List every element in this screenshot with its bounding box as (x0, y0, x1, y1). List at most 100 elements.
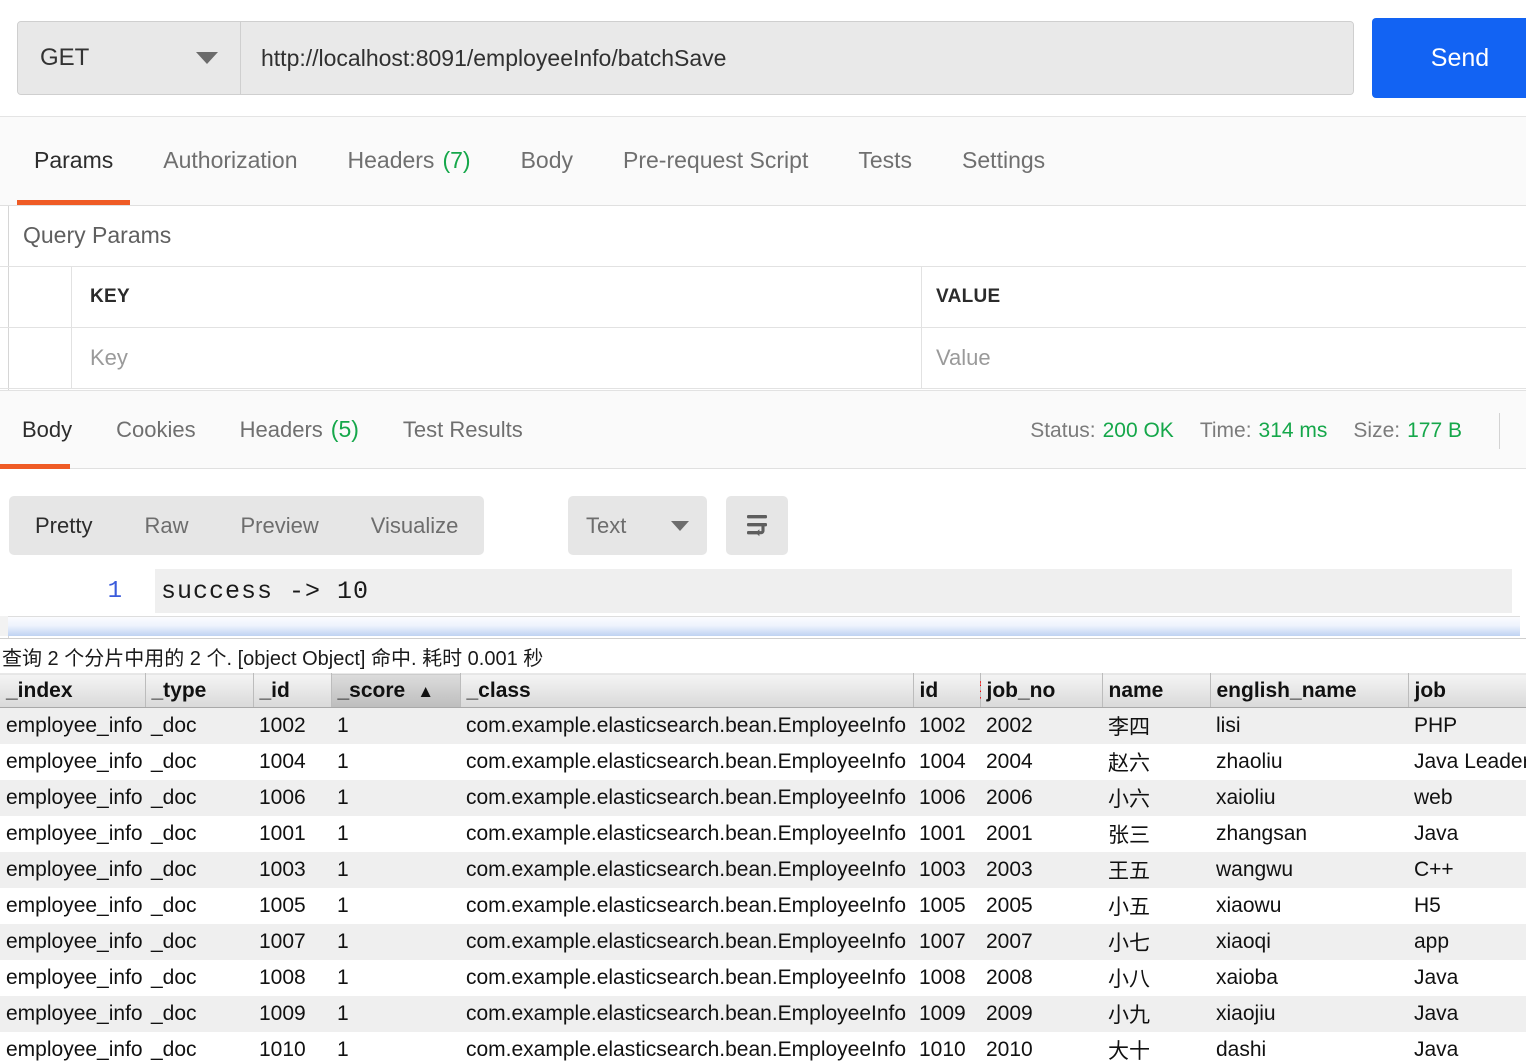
table-cell: 1003 (913, 851, 980, 888)
col-header-name[interactable]: name (1102, 673, 1211, 708)
table-cell: com.example.elasticsearch.bean.EmployeeI… (460, 959, 913, 996)
body-view-segmented-control: Pretty Raw Preview Visualize (9, 496, 485, 555)
select-all-cell[interactable] (0, 267, 72, 327)
request-url-input[interactable]: http://localhost:8091/employeeInfo/batch… (241, 22, 1353, 94)
table-cell: 2004 (980, 743, 1102, 780)
code-line-text[interactable]: success -> 10 (155, 569, 1512, 613)
table-row[interactable]: employee_info _doc 1006 1 com.example.elasti… (0, 779, 1526, 816)
tab-tests-label: Tests (858, 147, 913, 173)
table-cell: _doc (145, 815, 253, 852)
query-params-header-row: KEY VALUE (0, 267, 1526, 328)
table-row[interactable]: employee_info _doc 1003 1 com.example.elasti… (0, 851, 1526, 888)
col-header-job[interactable]: job (1408, 673, 1526, 708)
response-format-select[interactable]: Text (568, 496, 707, 555)
response-tab-cookies[interactable]: Cookies (94, 390, 217, 469)
query-params-empty-row: Key Value (0, 328, 1526, 389)
key-input-cell[interactable]: Key (72, 328, 922, 388)
table-row[interactable]: employee_info _doc 1010 1 com.example.elasti… (0, 1031, 1526, 1064)
response-format-label: Text (586, 512, 627, 538)
code-horizontal-scrollbar[interactable] (8, 616, 1520, 636)
tab-pre-request-script-label: Pre-request Script (623, 147, 809, 173)
table-cell: com.example.elasticsearch.bean.EmployeeI… (460, 923, 913, 960)
table-row[interactable]: employee_info _doc 1005 1 com.example.elasti… (0, 887, 1526, 924)
tab-authorization[interactable]: Authorization (138, 116, 322, 205)
col-header-type[interactable]: _type (145, 673, 254, 708)
table-cell: 李四 (1102, 707, 1210, 744)
value-input-placeholder: Value (936, 345, 991, 370)
request-url-text: http://localhost:8091/employeeInfo/batch… (261, 44, 727, 71)
query-params-title: Query Params (9, 206, 1526, 264)
table-cell: com.example.elasticsearch.bean.EmployeeI… (460, 995, 913, 1032)
tab-params[interactable]: Params (9, 116, 138, 205)
tab-body-label: Body (520, 147, 573, 173)
col-header-index[interactable]: _index (0, 673, 146, 708)
table-cell: 1006 (913, 779, 980, 816)
view-preview-button[interactable]: Preview (214, 496, 344, 555)
table-cell: 张三 (1102, 815, 1210, 852)
tab-pre-request-script[interactable]: Pre-request Script (598, 116, 833, 205)
col-header-score-label: _score (337, 678, 406, 702)
word-wrap-toggle-button[interactable] (726, 496, 788, 555)
http-method-select[interactable]: GET (18, 22, 241, 94)
chevron-down-icon (196, 52, 218, 64)
table-cell: _doc (145, 707, 253, 744)
response-meta: Status: 200 OK Time: 314 ms Size: 177 B (1030, 391, 1462, 470)
table-row[interactable]: employee_info _doc 1009 1 com.example.elasti… (0, 995, 1526, 1032)
tab-headers[interactable]: Headers (7) (323, 116, 496, 205)
table-cell: lisi (1210, 707, 1408, 744)
table-cell: com.example.elasticsearch.bean.EmployeeI… (460, 851, 913, 888)
table-cell: employee_info (0, 923, 145, 960)
col-header-english-name[interactable]: english_name (1210, 673, 1409, 708)
table-cell: employee_info (0, 779, 145, 816)
value-header-label: VALUE (936, 286, 1001, 307)
view-visualize-button[interactable]: Visualize (345, 496, 485, 555)
row-checkbox-cell[interactable] (0, 328, 72, 388)
table-cell: 1 (331, 923, 460, 960)
table-row[interactable]: employee_info _doc 1001 1 com.example.elasti… (0, 815, 1526, 852)
table-cell: Java (1408, 1031, 1526, 1064)
col-header-id[interactable]: _id (253, 673, 332, 708)
response-tab-test-results[interactable]: Test Results (381, 390, 545, 469)
table-row[interactable]: employee_info _doc 1008 1 com.example.elasti… (0, 959, 1526, 996)
time-badge: Time: 314 ms (1200, 419, 1328, 443)
table-cell: Java (1408, 815, 1526, 852)
tab-tests[interactable]: Tests (833, 116, 937, 205)
view-pretty-button[interactable]: Pretty (9, 496, 118, 555)
table-cell: Java Leader (1408, 743, 1526, 780)
col-header-id2[interactable]: id (913, 673, 981, 708)
http-method-label: GET (40, 44, 90, 71)
view-raw-button[interactable]: Raw (118, 496, 214, 555)
table-cell: employee_info (0, 743, 145, 780)
table-cell: H5 (1408, 887, 1526, 924)
status-label: Status: (1030, 418, 1096, 442)
key-input-placeholder: Key (90, 345, 128, 370)
table-cell: employee_info (0, 707, 145, 744)
col-header-class[interactable]: _class (460, 673, 914, 708)
response-tab-body[interactable]: Body (0, 390, 94, 469)
table-row[interactable]: employee_info _doc 1004 1 com.example.elasti… (0, 743, 1526, 780)
table-cell: 1 (331, 815, 460, 852)
send-button[interactable]: Send (1372, 18, 1526, 98)
tab-body[interactable]: Body (496, 116, 598, 205)
response-tab-headers-count: (5) (330, 416, 359, 442)
response-tab-headers[interactable]: Headers (5) (218, 390, 381, 469)
chevron-down-icon (671, 520, 689, 531)
table-cell: com.example.elasticsearch.bean.EmployeeI… (460, 743, 913, 780)
size-label: Size: (1353, 418, 1401, 442)
table-row[interactable]: employee_info _doc 1007 1 com.example.elasti… (0, 923, 1526, 960)
col-header-score[interactable]: _score ▲ (331, 673, 461, 708)
table-cell: 1005 (913, 887, 980, 924)
tab-settings[interactable]: Settings (937, 116, 1070, 205)
table-cell: xaioba (1210, 959, 1408, 996)
table-cell: 1007 (913, 923, 980, 960)
table-cell: 1008 (913, 959, 980, 996)
table-cell: zhaoliu (1210, 743, 1408, 780)
col-header-job-no[interactable]: job_no (980, 673, 1103, 708)
table-cell: 1008 (253, 959, 331, 996)
table-row[interactable]: employee_info _doc 1002 1 com.example.elasti… (0, 707, 1526, 744)
time-value: 314 ms (1258, 418, 1328, 442)
table-cell: employee_info (0, 815, 145, 852)
table-cell: 2005 (980, 887, 1102, 924)
table-cell: 1001 (253, 815, 331, 852)
value-input-cell[interactable]: Value (922, 328, 1526, 388)
